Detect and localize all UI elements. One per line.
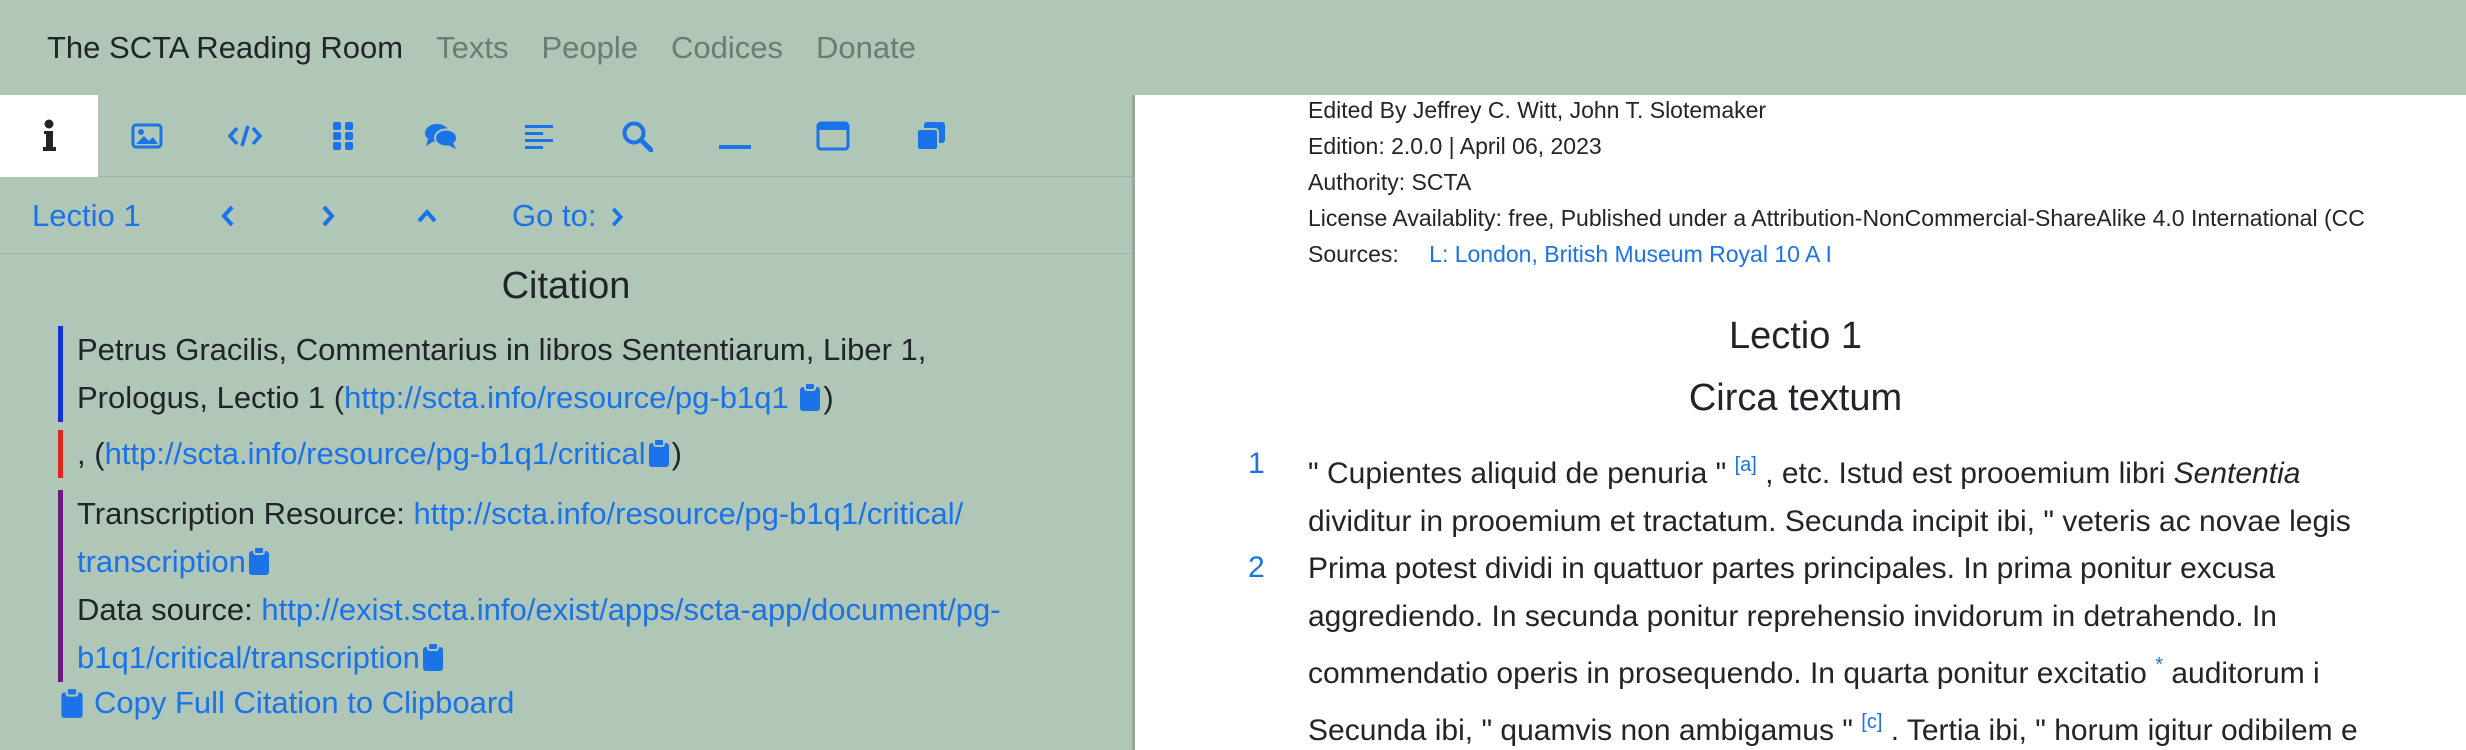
clipboard-icon (61, 687, 83, 718)
nav-link-people[interactable]: People (541, 30, 638, 66)
paragraph-text: Prima potest dividi in quattuor partes p… (1308, 552, 2276, 585)
transcription-link-part-1[interactable]: http://scta.info/resource/pg-b1q1/critic… (414, 496, 964, 531)
clipboard-icon[interactable] (248, 546, 270, 576)
footnote-marker[interactable]: * (2155, 654, 2163, 676)
paragraph-text: auditorum i (2162, 657, 2320, 690)
tab-images[interactable] (98, 95, 196, 177)
data-source-link-part-1[interactable]: http://exist.scta.info/exist/apps/scta-a… (261, 592, 1000, 627)
tab-clone[interactable] (882, 95, 980, 177)
minimize-icon (719, 145, 751, 149)
citation-text-line-1: Petrus Gracilis, Commentarius in libros … (77, 332, 927, 367)
tab-minimize[interactable] (686, 95, 784, 177)
navigation-row: Lectio 1 Go to: (0, 178, 1132, 254)
citation-critical-link[interactable]: http://scta.info/resource/pg-b1q1/critic… (105, 436, 646, 471)
paragraph-number[interactable]: 2 (1248, 551, 1265, 585)
text-subheading: Circa textum (1688, 377, 1903, 419)
citation-close-paren: ) (671, 436, 682, 471)
grid-icon (333, 122, 353, 150)
paragraph-text: " Cupientes aliquid de penuria " (1308, 457, 1735, 490)
tab-grid[interactable] (294, 95, 392, 177)
comments-icon (425, 124, 458, 149)
copy-full-citation-label: Copy Full Citation to Clipboard (94, 685, 515, 720)
nav-link-texts[interactable]: Texts (436, 30, 508, 66)
align-left-icon (525, 125, 553, 149)
transcription-label: Transcription Resource: (77, 496, 414, 531)
top-navbar: The SCTA Reading Room Texts People Codic… (0, 0, 2466, 95)
data-source-label: Data source: (77, 592, 262, 627)
footnote-marker[interactable]: [c] (1861, 711, 1882, 733)
paragraph-text: Secunda ibi, " quamvis non ambigamus " (1308, 714, 1862, 747)
code-icon (228, 125, 262, 147)
paragraph-text: , etc. Istud est prooemium libri (1756, 457, 2174, 490)
citation-close-paren: ) (823, 380, 834, 415)
license-info: License Availablity: free, Published und… (1308, 205, 2365, 231)
footnote-marker[interactable]: [a] (1735, 454, 1757, 476)
paragraph-2: Prima potest dividi in quattuor partes p… (1308, 545, 2358, 750)
data-source-link-part-2[interactable]: b1q1/critical/transcription (77, 640, 420, 675)
citation-title: Citation (501, 265, 631, 307)
paragraph-text: aggrediendo. In secunda ponitur reprehen… (1308, 600, 2277, 633)
citation-critical-prefix: , ( (77, 436, 105, 471)
paragraph-text: . Tertia ibi, " horum igitur odibilem e (1882, 714, 2358, 747)
paragraph-text: dividitur in prooemium et tractatum. Sec… (1308, 505, 2351, 538)
authority-info: Authority: SCTA (1308, 169, 1472, 195)
citation-main-link[interactable]: http://scta.info/resource/pg-b1q1 (344, 380, 789, 415)
chevron-right-icon (612, 207, 624, 227)
sources-info: Sources: L: London, British Museum Royal… (1308, 241, 1832, 268)
chevron-right-icon[interactable] (320, 204, 336, 228)
image-icon (131, 123, 163, 149)
citation-block-main: Petrus Gracilis, Commentarius in libros … (58, 326, 1038, 422)
tab-code[interactable] (196, 95, 294, 177)
goto-label: Go to: (512, 198, 597, 233)
tab-window[interactable] (784, 95, 882, 177)
citation-block-critical: , (http://scta.info/resource/pg-b1q1/cri… (58, 430, 1038, 478)
tab-comments[interactable] (392, 95, 490, 177)
tab-outline[interactable] (490, 95, 588, 177)
text-panel: Edited By Jeffrey C. Witt, John T. Slote… (1138, 95, 2466, 750)
paragraph-number[interactable]: 1 (1248, 447, 1265, 481)
edited-by: Edited By Jeffrey C. Witt, John T. Slote… (1308, 97, 1767, 123)
edition-info: Edition: 2.0.0 | April 06, 2023 (1308, 133, 1602, 159)
goto-link[interactable]: Go to: (512, 198, 625, 234)
paragraph-text: commendatio operis in prosequendo. In qu… (1308, 657, 2156, 690)
transcription-link-part-2[interactable]: transcription (77, 544, 246, 579)
chevron-left-icon[interactable] (220, 204, 236, 228)
nav-link-donate[interactable]: Donate (816, 30, 916, 66)
window-icon (816, 121, 850, 151)
clipboard-icon[interactable] (422, 642, 444, 672)
search-icon (622, 121, 653, 152)
tab-search[interactable] (588, 95, 686, 177)
chevron-up-icon[interactable] (416, 208, 438, 224)
paragraph-1: " Cupientes aliquid de penuria " [a] , e… (1308, 441, 2351, 546)
current-section-link[interactable]: Lectio 1 (32, 198, 141, 234)
source-link[interactable]: L: London, British Museum Royal 10 A I (1429, 241, 1832, 267)
clipboard-icon[interactable] (648, 438, 670, 468)
citation-text-line-2: Prologus, Lectio 1 ( (77, 380, 345, 415)
clone-icon (916, 122, 945, 151)
nav-link-codices[interactable]: Codices (671, 30, 783, 66)
copy-full-citation-button[interactable]: Copy Full Citation to Clipboard (60, 685, 514, 721)
citation-block-transcription: Transcription Resource: http://scta.info… (58, 490, 1118, 682)
brand-link[interactable]: The SCTA Reading Room (47, 30, 403, 66)
paragraph-italic-title: Sententia (2173, 457, 2301, 490)
sidebar-panel: Lectio 1 Go to: Citation Petrus Gracilis… (0, 95, 1135, 750)
text-heading: Lectio 1 (1728, 315, 1863, 357)
sidebar-tabs (0, 95, 1132, 177)
sources-label: Sources: (1308, 241, 1399, 267)
tab-info[interactable] (0, 95, 98, 177)
clipboard-icon[interactable] (799, 382, 821, 412)
info-icon (43, 119, 56, 151)
